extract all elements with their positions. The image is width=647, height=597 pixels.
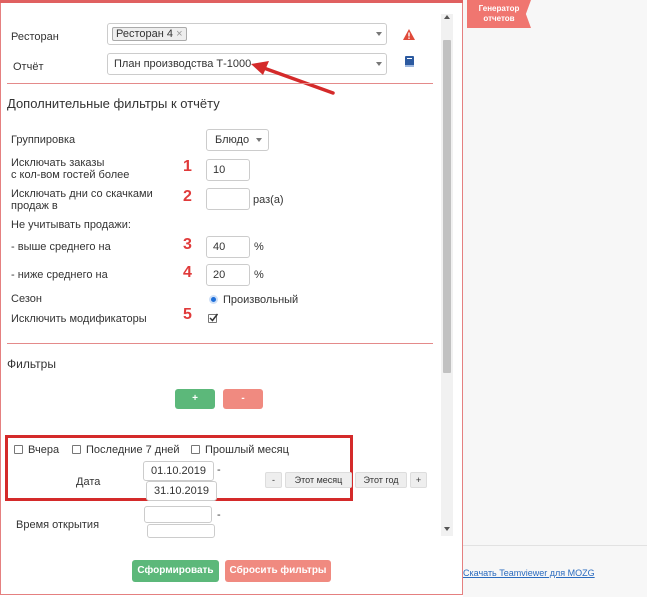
last-7-days-label: Последние 7 дней (86, 444, 180, 456)
exclude-days-unit: раз(а) (253, 194, 284, 206)
below-average-input[interactable]: 20 (206, 264, 250, 286)
extra-filters-title: Дополнительные фильтры к отчёту (7, 96, 220, 111)
remove-filter-button[interactable]: - (223, 389, 263, 409)
exclude-days-label-2: продаж в (11, 200, 58, 212)
add-filter-button[interactable]: + (175, 389, 215, 409)
ignore-sales-label: Не учитывать продажи: (11, 219, 131, 231)
right-background (463, 0, 647, 597)
chevron-down-icon (376, 32, 382, 36)
yesterday-checkbox[interactable] (14, 445, 23, 454)
exclude-days-label-1: Исключать дни со скачками (11, 188, 153, 200)
filters-title: Фильтры (7, 357, 56, 371)
reset-filters-button[interactable]: Сбросить фильтры (225, 560, 331, 582)
annotation-arrow (251, 61, 335, 95)
date-range-dash: - (217, 464, 221, 476)
open-time-dash: - (217, 509, 221, 521)
remove-tag-icon[interactable]: × (176, 28, 182, 40)
yesterday-label: Вчера (28, 444, 60, 456)
exclude-modifiers-label: Исключить модификаторы (11, 313, 147, 325)
grouping-label: Группировка (11, 134, 76, 146)
scroll-up-icon[interactable] (444, 15, 450, 19)
report-generator-tab[interactable]: Генератор отчетов (467, 0, 531, 28)
report-label: Отчёт (13, 61, 44, 73)
season-radio[interactable] (209, 295, 218, 304)
grouping-select-value: Блюдо (215, 134, 250, 146)
season-label: Сезон (11, 293, 42, 305)
scrollbar-thumb[interactable] (443, 40, 451, 373)
marker-4: 4 (183, 264, 192, 281)
right-separator (463, 545, 647, 546)
teamviewer-download-link[interactable]: Скачать Teamviewer для MOZG (463, 568, 595, 578)
grouping-select[interactable]: Блюдо (206, 129, 269, 151)
date-plus-button[interactable]: + (410, 472, 427, 488)
exclude-orders-label-1: Исключать заказы (11, 157, 105, 169)
check-icon (209, 313, 219, 322)
above-average-label: - выше среднего на (11, 241, 111, 253)
report-select-value: План производства Т-1000 (114, 58, 252, 70)
open-time-to-input[interactable] (147, 524, 215, 538)
open-time-label: Время открытия (16, 519, 100, 531)
exclude-days-input[interactable] (206, 188, 250, 210)
report-panel: Ресторан Ресторан 4 × Отчёт План произво… (0, 3, 463, 595)
date-label: Дата (76, 476, 101, 488)
warning-icon (403, 29, 415, 40)
date-from-input[interactable]: 01.10.2019 (143, 461, 214, 481)
above-average-input[interactable]: 40 (206, 236, 250, 258)
below-average-unit: % (254, 269, 264, 281)
marker-2: 2 (183, 188, 192, 205)
restaurant-tag-text: Ресторан 4 (116, 28, 173, 40)
last-month-label: Прошлый месяц (205, 444, 289, 456)
below-average-label: - ниже среднего на (11, 269, 108, 281)
exclude-orders-input[interactable]: 10 (206, 159, 250, 181)
date-to-input[interactable]: 31.10.2019 (146, 481, 217, 501)
marker-3: 3 (183, 236, 192, 253)
restaurant-label: Ресторан (11, 31, 59, 43)
restaurant-tag[interactable]: Ресторан 4 × (112, 27, 187, 41)
date-minus-button[interactable]: - (265, 472, 282, 488)
above-average-unit: % (254, 241, 264, 253)
divider (7, 83, 433, 84)
restaurant-select[interactable]: Ресторан 4 × (107, 23, 387, 45)
exclude-orders-label-2: с кол-вом гостей более (11, 169, 130, 181)
last-7-days-checkbox[interactable] (72, 445, 81, 454)
season-option-label: Произвольный (223, 294, 299, 306)
this-month-button[interactable]: Этот месяц (285, 472, 352, 488)
scroll-down-icon[interactable] (444, 527, 450, 531)
this-year-button[interactable]: Этот год (355, 472, 407, 488)
last-month-checkbox[interactable] (191, 445, 200, 454)
marker-5: 5 (183, 306, 192, 323)
chevron-down-icon (376, 62, 382, 66)
open-time-from-input[interactable] (144, 506, 212, 523)
generate-button[interactable]: Сформировать (132, 560, 219, 582)
chevron-down-icon (256, 138, 262, 142)
marker-1: 1 (183, 158, 192, 175)
book-icon[interactable] (404, 56, 415, 68)
divider (7, 343, 433, 344)
